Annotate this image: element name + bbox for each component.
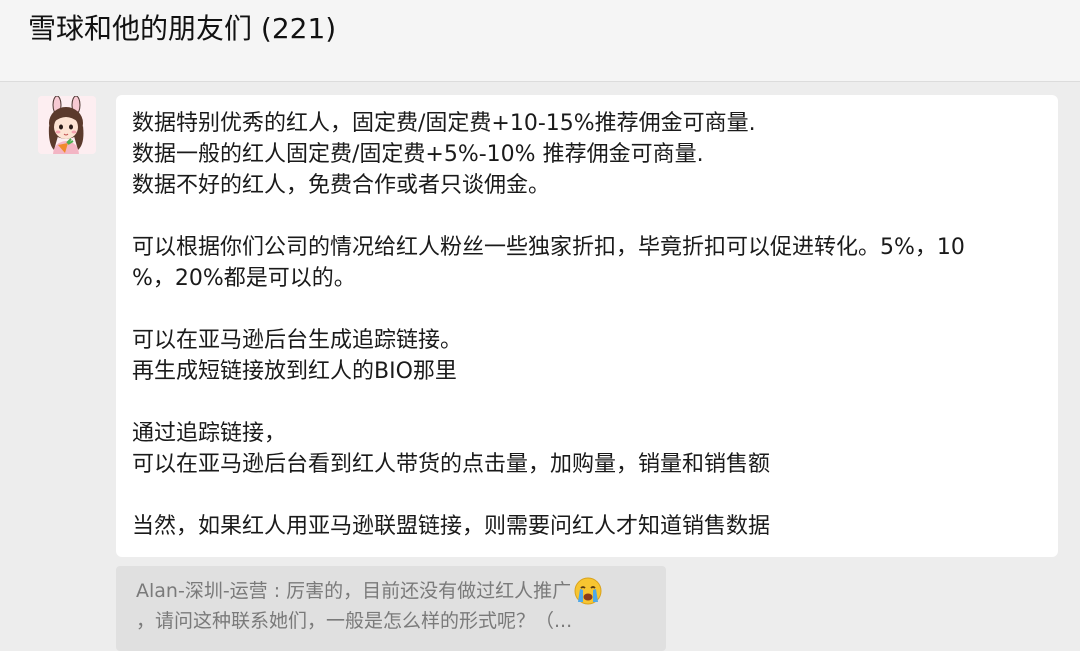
message-line: 当然，如果红人用亚马逊联盟链接，则需要问红人才知道销售数据: [132, 514, 771, 539]
quote-text-1: Alan-深圳-运营 : 厉害的，目前还没有做过红人推广: [136, 580, 572, 602]
message-line: 数据特别优秀的红人，固定费/固定费+10-15%推荐佣金可商量.: [132, 111, 756, 136]
quote-line-1: Alan-深圳-运营 : 厉害的，目前还没有做过红人推广: [136, 576, 646, 606]
chat-window: 雪球和他的朋友们 (221) 数据特别优秀的红人，固定费/固定费+10-15%推…: [0, 0, 1080, 651]
message-line: %，20%都是可以的。: [132, 266, 356, 291]
message-line: 可以根据你们公司的情况给红人粉丝一些独家折扣，毕竟折扣可以促进转化。5%，10: [132, 235, 965, 260]
message-line: 可以在亚马逊后台生成追踪链接。: [132, 328, 463, 353]
message-line: 再生成短链接放到红人的BIO那里: [132, 359, 457, 384]
quote-line-2: ，请问这种联系她们，一般是怎么样的形式呢？（...: [136, 610, 573, 632]
message-line: 通过追踪链接，: [132, 421, 287, 446]
chat-title[interactable]: 雪球和他的朋友们 (221): [28, 10, 336, 48]
crying-face-emoji-icon: [573, 576, 603, 606]
message-line: 数据不好的红人，免费合作或者只谈佣金。: [132, 173, 551, 198]
message-line: 数据一般的红人固定费/固定费+5%-10% 推荐佣金可商量.: [132, 142, 704, 167]
message-row: 数据特别优秀的红人，固定费/固定费+10-15%推荐佣金可商量. 数据一般的红人…: [0, 82, 1080, 651]
sender-avatar[interactable]: [38, 96, 96, 154]
message-line: 可以在亚马逊后台看到红人带货的点击量，加购量，销量和销售额: [132, 452, 771, 477]
girl-with-carrot-avatar-icon: [38, 96, 96, 154]
message-bubble[interactable]: 数据特别优秀的红人，固定费/固定费+10-15%推荐佣金可商量. 数据一般的红人…: [116, 95, 1058, 557]
quoted-reply[interactable]: Alan-深圳-运营 : 厉害的，目前还没有做过红人推广 ，请问这种联系她们，一…: [116, 566, 666, 651]
chat-header: 雪球和他的朋友们 (221): [0, 0, 1080, 82]
